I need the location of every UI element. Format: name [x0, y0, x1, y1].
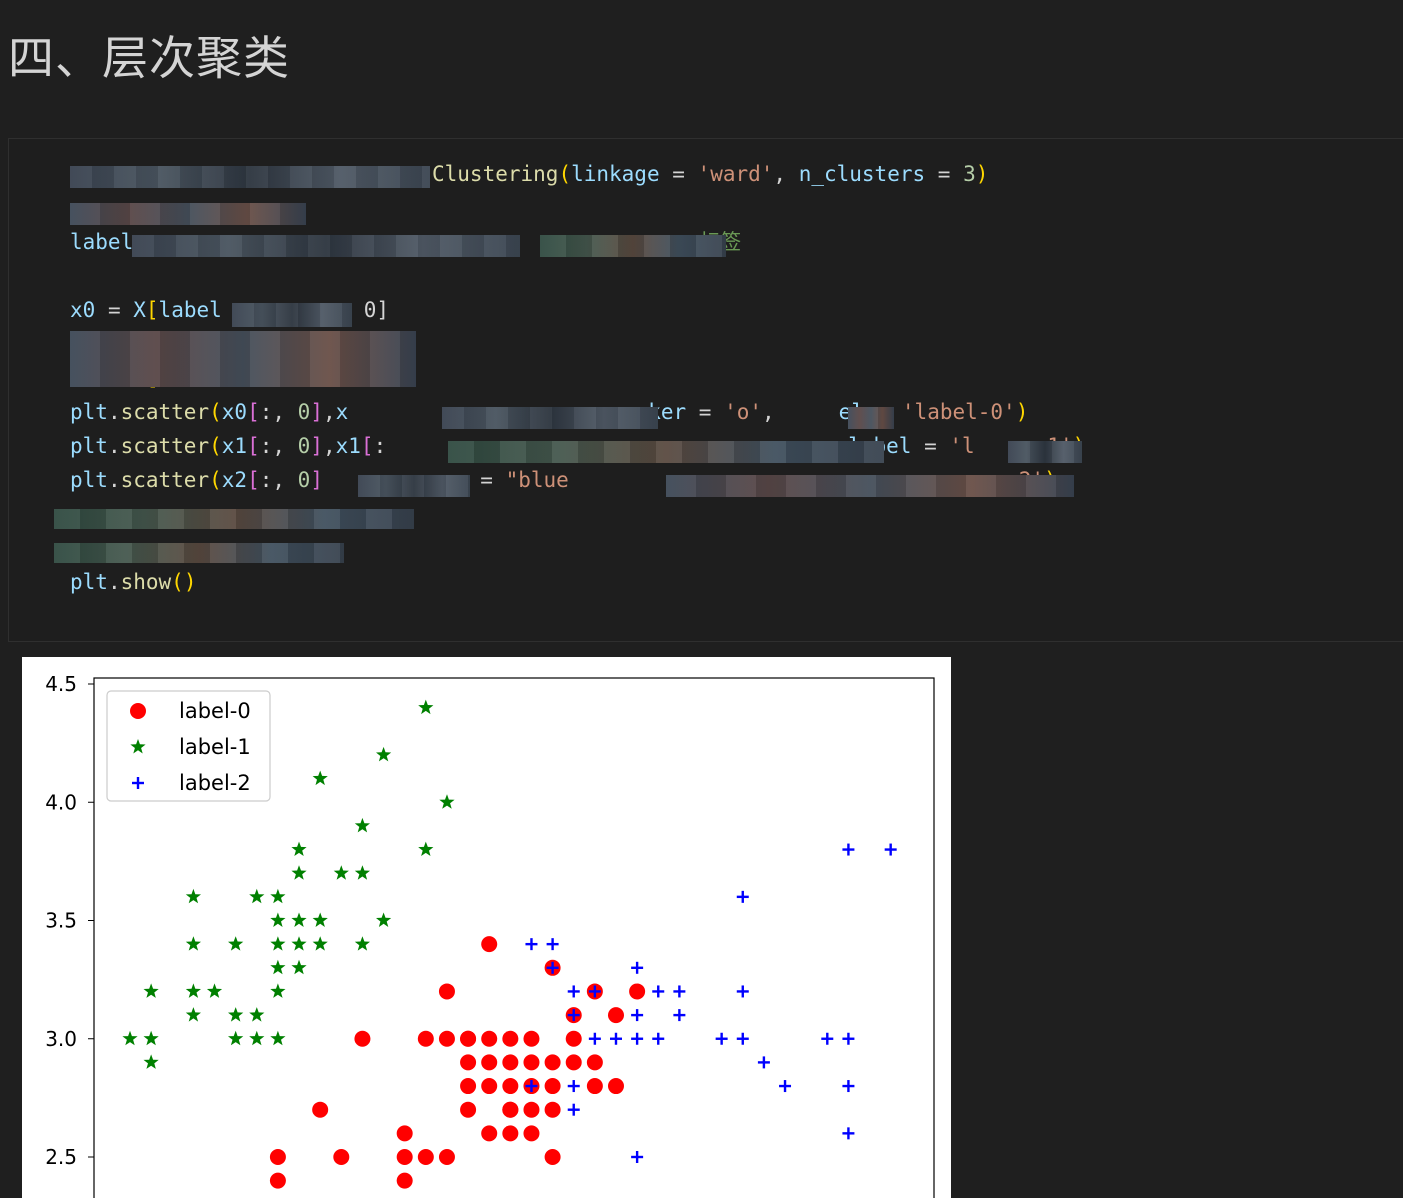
- legend-label: label-2: [179, 771, 251, 795]
- code-line-9: plt.scatter(x1[:, 0],x1[:label = 'l-1'): [70, 429, 1085, 463]
- blurred-region: [358, 475, 470, 497]
- data-point-label-0: [629, 983, 646, 1000]
- data-point-label-0: [565, 1054, 582, 1071]
- blurred-region: [1008, 441, 1082, 463]
- code-editor[interactable]: Clustering(linkage = 'ward', n_clusters …: [54, 157, 1085, 599]
- blurred-region: [54, 509, 414, 529]
- data-point-label-0: [396, 1172, 413, 1189]
- data-point-label-0: [269, 1149, 286, 1165]
- data-point-label-0: [544, 1101, 561, 1118]
- y-tick-label: 3.5: [45, 909, 77, 933]
- y-tick-label: 3.0: [45, 1027, 77, 1051]
- data-point-label-0: [502, 1054, 519, 1071]
- data-point-label-0: [354, 1030, 371, 1047]
- blurred-region: [442, 407, 658, 429]
- code-line-2: [70, 191, 1085, 225]
- data-point-label-0: [269, 1172, 286, 1189]
- data-point-label-0: [481, 1125, 498, 1142]
- data-point-label-0: [438, 983, 455, 1000]
- data-point-label-0: [438, 1149, 455, 1165]
- data-point-label-0: [312, 1101, 329, 1118]
- data-point-label-0: [523, 1101, 540, 1118]
- data-point-label-0: [460, 1054, 477, 1071]
- code-cell[interactable]: Clustering(linkage = 'ward', n_clusters …: [8, 138, 1403, 642]
- blurred-region: [848, 407, 894, 429]
- plot-output: 4.5 4.0 3.5 3.0 2.5 label-0 label-1 label-2: [22, 657, 951, 1198]
- data-point-label-0: [586, 1054, 603, 1071]
- data-point-label-0: [523, 1125, 540, 1142]
- data-point-label-0: [417, 1030, 434, 1047]
- blurred-region: [540, 235, 726, 257]
- blurred-region: [666, 475, 1074, 497]
- code-line-10: plt.scatter(x2[:, 0]c = "blue2'): [70, 463, 1085, 497]
- code-line-13: plt.show(): [70, 570, 197, 594]
- data-point-label-0: [481, 1030, 498, 1047]
- y-tick-label: 2.5: [45, 1145, 77, 1169]
- y-tick-label: 4.0: [45, 790, 77, 814]
- data-point-label-0: [460, 1030, 477, 1047]
- legend-label: label-1: [179, 735, 251, 759]
- data-point-label-0: [586, 1078, 603, 1095]
- data-point-label-0: [565, 1030, 582, 1047]
- data-point-label-0: [481, 1054, 498, 1071]
- data-point-label-0: [333, 1149, 350, 1165]
- code-line-12: [54, 531, 1085, 565]
- data-point-label-0: [396, 1125, 413, 1142]
- data-point-label-0: [502, 1078, 519, 1095]
- data-point-label-0: [523, 1030, 540, 1047]
- data-point-label-0: [502, 1101, 519, 1118]
- data-point-label-0: [460, 1101, 477, 1118]
- data-point-label-0: [502, 1125, 519, 1142]
- data-point-label-0: [544, 1078, 561, 1095]
- blurred-region: [232, 303, 352, 327]
- data-point-label-0: [396, 1149, 413, 1165]
- blurred-region: [70, 203, 306, 225]
- blurred-region: [54, 543, 344, 563]
- blurred-region: [70, 166, 430, 188]
- code-line-5: x0 = X[label == 0]: [70, 293, 1085, 327]
- data-point-label-0: [523, 1054, 540, 1071]
- code-line-6: [70, 327, 1085, 387]
- data-point-label-0: [544, 1149, 561, 1165]
- code-line-11: [54, 497, 1085, 531]
- legend-marker-label-0: [130, 703, 146, 719]
- data-point-label-0: [544, 1054, 561, 1071]
- data-point-label-0: [607, 1007, 624, 1024]
- code-line-8: plt.scatter(x0[:, 0],xmarker = 'o',el = …: [70, 395, 1085, 429]
- code-line-1: Clustering(linkage = 'ward', n_clusters …: [70, 157, 1085, 191]
- data-point-label-0: [502, 1030, 519, 1047]
- legend-label: label-0: [179, 699, 251, 723]
- data-point-label-0: [438, 1030, 455, 1047]
- scatter-chart: 4.5 4.0 3.5 3.0 2.5 label-0 label-1 label-2: [45, 672, 935, 1198]
- data-point-label-0: [481, 936, 498, 953]
- data-point-label-0: [481, 1078, 498, 1095]
- data-point-label-0: [607, 1078, 624, 1095]
- data-point-label-0: [417, 1149, 434, 1165]
- data-point-label-0: [460, 1078, 477, 1095]
- code-line-3: label标签: [70, 225, 1085, 259]
- blurred-region: [70, 331, 416, 387]
- section-heading: 四、层次聚类: [8, 31, 290, 85]
- y-tick-label: 4.5: [45, 672, 77, 696]
- blurred-region: [132, 235, 520, 257]
- blurred-region: [448, 441, 884, 463]
